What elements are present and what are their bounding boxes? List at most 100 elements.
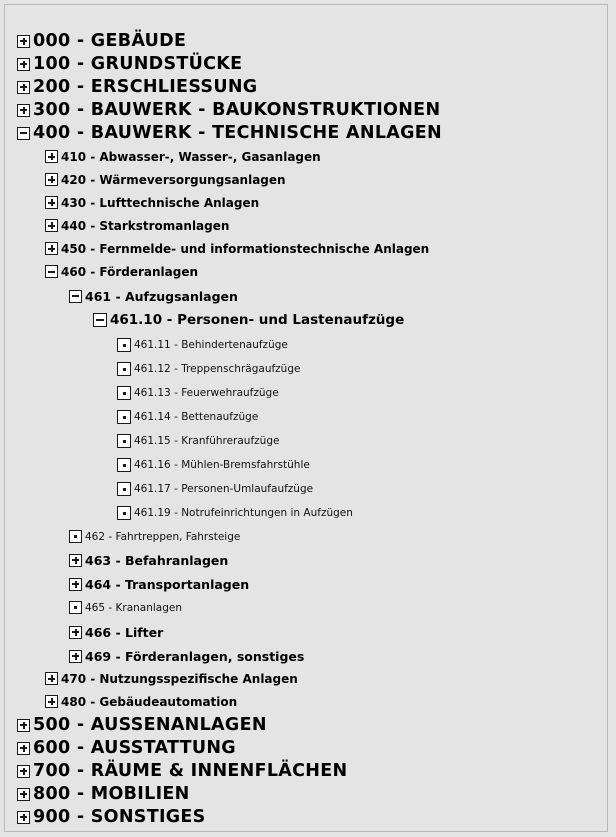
tree-node-000[interactable]: 000 - GEBÄUDE	[17, 29, 186, 53]
tree-node-600[interactable]: 600 - AUSSTATTUNG	[17, 736, 236, 760]
tree-leaf-461-15[interactable]: 461.15 - Kranführeraufzüge	[117, 429, 279, 453]
tree-node-label: 700 - RÄUME & INNENFLÄCHEN	[33, 761, 348, 781]
tree-leaf-462[interactable]: 462 - Fahrtreppen, Fahrsteige	[69, 525, 240, 548]
tree-node-410[interactable]: 410 - Abwasser-, Wasser-, Gasanlagen	[45, 145, 321, 168]
tree-node-460[interactable]: 460 - Förderanlagen	[45, 260, 198, 283]
tree-node-480[interactable]: 480 - Gebäudeautomation	[45, 690, 237, 713]
tree-node-label: 420 - Wärmeversorgungsanlagen	[61, 172, 286, 187]
leaf-dot-icon	[117, 506, 131, 520]
tree-node-label: 460 - Förderanlagen	[61, 264, 199, 279]
leaf-dot-icon	[117, 362, 131, 376]
tree-node-label: 200 - ERSCHLIESSUNG	[33, 77, 258, 97]
collapse-minus-icon[interactable]	[69, 289, 82, 303]
expand-plus-icon[interactable]	[45, 173, 58, 186]
tree-leaf-461-11[interactable]: 461.11 - Behindertenaufzüge	[117, 333, 288, 357]
leaf-dot-icon	[117, 386, 131, 400]
tree-node-label: 461.17 - Personen-Umlaufaufzüge	[134, 483, 314, 495]
leaf-dot-icon	[69, 601, 82, 614]
tree-node-470[interactable]: 470 - Nutzungsspezifische Anlagen	[45, 667, 298, 690]
tree-node-label: 461.15 - Kranführeraufzüge	[134, 435, 280, 447]
tree-node-466[interactable]: 466 - Lifter	[69, 620, 163, 644]
tree-leaf-461-14[interactable]: 461.14 - Bettenaufzüge	[117, 405, 258, 429]
expand-plus-icon[interactable]	[17, 810, 30, 824]
tree-node-463[interactable]: 463 - Befahranlagen	[69, 548, 228, 572]
tree-node-label: 430 - Lufttechnische Anlagen	[61, 195, 260, 210]
expand-plus-icon[interactable]	[69, 625, 82, 639]
tree-node-464[interactable]: 464 - Transportanlagen	[69, 572, 249, 596]
expand-plus-icon[interactable]	[17, 764, 30, 778]
tree-node-label: 462 - Fahrtreppen, Fahrsteige	[85, 530, 241, 543]
expand-plus-icon[interactable]	[45, 219, 58, 232]
tree-node-430[interactable]: 430 - Lufttechnische Anlagen	[45, 191, 259, 214]
tree-node-100[interactable]: 100 - GRUNDSTÜCKE	[17, 52, 242, 76]
collapse-minus-icon[interactable]	[45, 265, 58, 278]
tree-node-label: 500 - AUSSENANLAGEN	[33, 715, 267, 735]
tree-node-461[interactable]: 461 - Aufzugsanlagen	[69, 284, 238, 308]
tree-node-label: 461.16 - Mühlen-Bremsfahrstühle	[134, 459, 310, 471]
tree-node-label: 469 - Förderanlagen, sonstiges	[85, 648, 305, 664]
tree-node-800[interactable]: 800 - MOBILIEN	[17, 782, 190, 806]
expand-plus-icon[interactable]	[69, 577, 82, 591]
tree-node-label: 466 - Lifter	[85, 624, 164, 640]
collapse-minus-icon[interactable]	[93, 313, 107, 327]
tree-node-label: 461.14 - Bettenaufzüge	[134, 411, 259, 423]
tree-node-900[interactable]: 900 - SONSTIGES	[17, 805, 206, 829]
tree-node-label: 800 - MOBILIEN	[33, 784, 190, 804]
tree-node-label: 100 - GRUNDSTÜCKE	[33, 54, 243, 74]
tree-node-label: 461.12 - Treppenschrägaufzüge	[134, 363, 301, 375]
tree-node-440[interactable]: 440 - Starkstromanlagen	[45, 214, 229, 237]
tree-node-300[interactable]: 300 - BAUWERK - BAUKONSTRUKTIONEN	[17, 98, 440, 122]
expand-plus-icon[interactable]	[45, 672, 58, 685]
tree-node-label: 461.11 - Behindertenaufzüge	[134, 339, 288, 351]
tree-node-200[interactable]: 200 - ERSCHLIESSUNG	[17, 75, 257, 99]
expand-plus-icon[interactable]	[17, 34, 30, 48]
expand-plus-icon[interactable]	[45, 695, 58, 708]
collapse-minus-icon[interactable]	[17, 126, 30, 140]
tree-node-label: 440 - Starkstromanlagen	[61, 218, 230, 233]
tree-node-label: 464 - Transportanlagen	[85, 576, 250, 592]
expand-plus-icon[interactable]	[45, 196, 58, 209]
leaf-dot-icon	[117, 410, 131, 424]
expand-plus-icon[interactable]	[69, 649, 82, 663]
tree-node-500[interactable]: 500 - AUSSENANLAGEN	[17, 713, 267, 737]
tree-node-label: 900 - SONSTIGES	[33, 807, 206, 827]
leaf-dot-icon	[117, 482, 131, 496]
leaf-dot-icon	[117, 434, 131, 448]
tree-leaf-461-12[interactable]: 461.12 - Treppenschrägaufzüge	[117, 357, 300, 381]
tree-node-450[interactable]: 450 - Fernmelde- und informationstechnis…	[45, 237, 429, 260]
leaf-dot-icon	[117, 338, 131, 352]
tree-node-label: 450 - Fernmelde- und informationstechnis…	[61, 241, 430, 256]
expand-plus-icon[interactable]	[17, 787, 30, 801]
tree-leaf-465[interactable]: 465 - Krananlagen	[69, 596, 182, 619]
expand-plus-icon[interactable]	[69, 553, 82, 567]
tree-node-label: 300 - BAUWERK - BAUKONSTRUKTIONEN	[33, 100, 441, 120]
tree-node-label: 000 - GEBÄUDE	[33, 31, 187, 51]
tree-node-label: 600 - AUSSTATTUNG	[33, 738, 236, 758]
expand-plus-icon[interactable]	[17, 80, 30, 94]
expand-plus-icon[interactable]	[45, 150, 58, 163]
tree-node-label: 461.10 - Personen- und Lastenaufzüge	[110, 312, 405, 328]
tree-leaf-461-16[interactable]: 461.16 - Mühlen-Bremsfahrstühle	[117, 453, 310, 477]
tree-node-label: 461.19 - Notrufeinrichtungen in Aufzügen	[134, 507, 353, 519]
tree-node-label: 400 - BAUWERK - TECHNISCHE ANLAGEN	[33, 123, 442, 143]
tree-node-461-10[interactable]: 461.10 - Personen- und Lastenaufzüge	[93, 308, 404, 332]
leaf-dot-icon	[117, 458, 131, 472]
tree-node-400[interactable]: 400 - BAUWERK - TECHNISCHE ANLAGEN	[17, 121, 442, 145]
tree-node-label: 480 - Gebäudeautomation	[61, 694, 238, 709]
expand-plus-icon[interactable]	[17, 57, 30, 71]
cost-group-tree: 000 - GEBÄUDE 100 - GRUNDSTÜCKE 200 - ER…	[4, 4, 608, 832]
expand-plus-icon[interactable]	[17, 718, 30, 732]
tree-node-label: 461 - Aufzugsanlagen	[85, 288, 238, 304]
expand-plus-icon[interactable]	[17, 103, 30, 117]
tree-node-label: 465 - Krananlagen	[85, 601, 183, 614]
tree-node-420[interactable]: 420 - Wärmeversorgungsanlagen	[45, 168, 286, 191]
tree-leaf-461-17[interactable]: 461.17 - Personen-Umlaufaufzüge	[117, 477, 313, 501]
tree-node-469[interactable]: 469 - Förderanlagen, sonstiges	[69, 644, 304, 668]
expand-plus-icon[interactable]	[17, 741, 30, 755]
expand-plus-icon[interactable]	[45, 242, 58, 255]
tree-leaf-461-13[interactable]: 461.13 - Feuerwehraufzüge	[117, 381, 279, 405]
tree-leaf-461-19[interactable]: 461.19 - Notrufeinrichtungen in Aufzügen	[117, 501, 353, 525]
tree-node-700[interactable]: 700 - RÄUME & INNENFLÄCHEN	[17, 759, 347, 783]
tree-node-label: 470 - Nutzungsspezifische Anlagen	[61, 671, 298, 686]
tree-node-label: 463 - Befahranlagen	[85, 552, 229, 568]
